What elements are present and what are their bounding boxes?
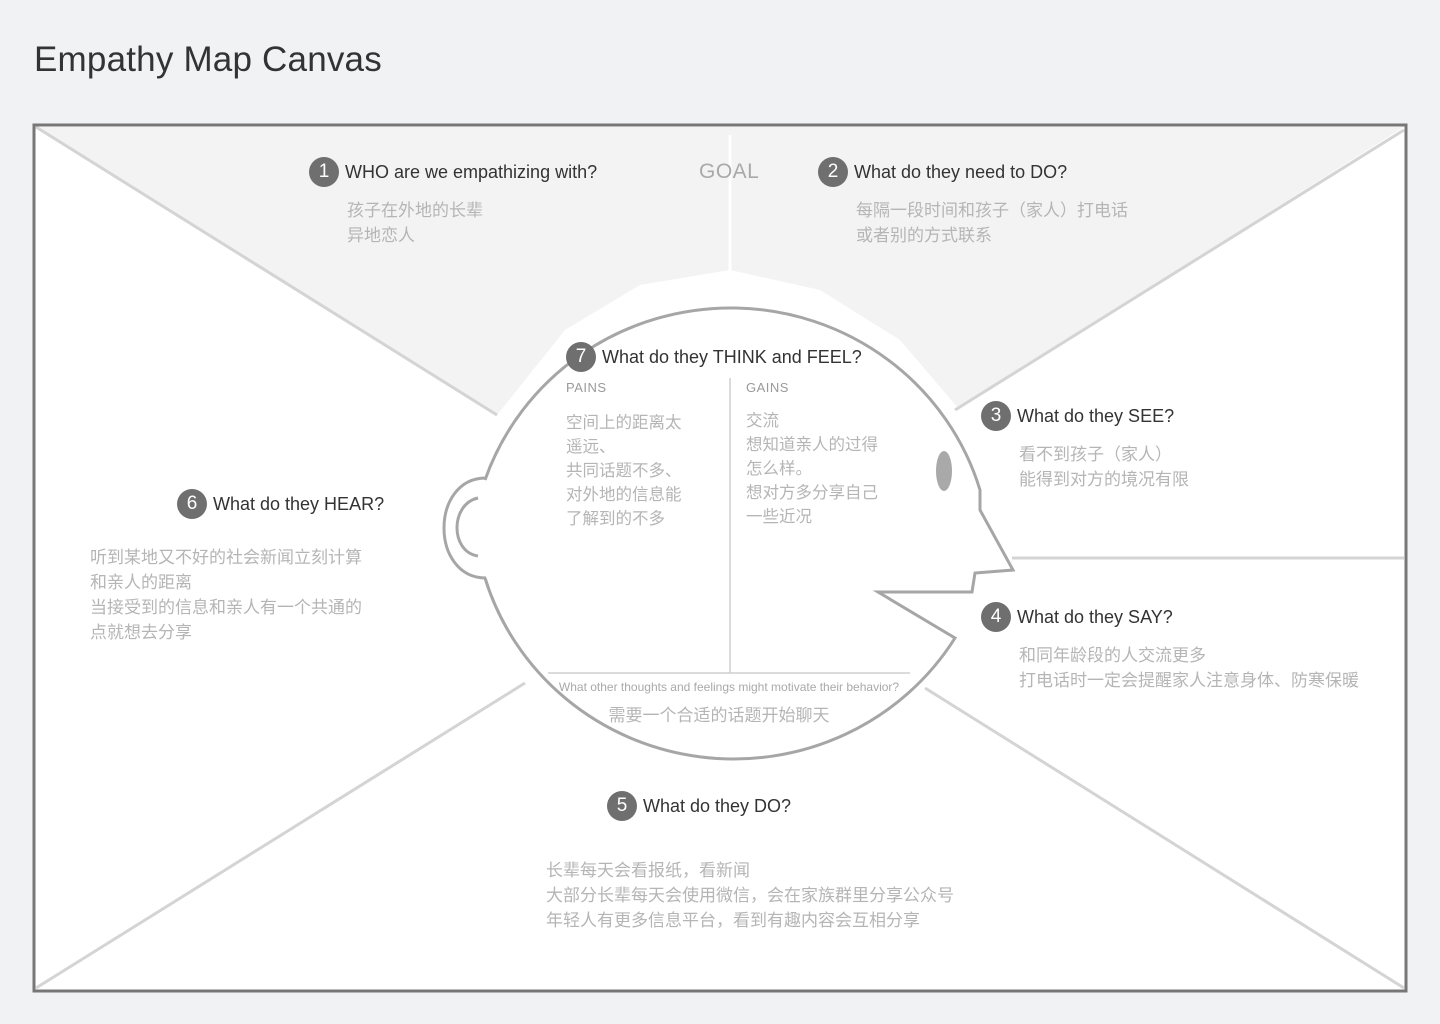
gains-answer[interactable]: 交流 <box>746 409 878 433</box>
pains-answer[interactable]: 空间上的距离太 <box>566 411 682 435</box>
do-answer[interactable]: 年轻人有更多信息平台，看到有趣内容会互相分享 <box>546 909 954 934</box>
do-number-badge: 5 <box>607 791 637 821</box>
say-answer[interactable]: 打电话时一定会提醒家人注意身体、防寒保暖 <box>1019 669 1359 694</box>
hear-answers: 听到某地又不好的社会新闻立刻计算 和亲人的距离 当接受到的信息和亲人有一个共通的… <box>90 546 362 646</box>
need-do-section: 2 What do they need to DO? 每隔一段时间和孩子（家人）… <box>818 157 1128 249</box>
motivation-answer[interactable]: 需要一个合适的话题开始聊天 <box>548 704 890 729</box>
gains-answer[interactable]: 想知道亲人的过得 <box>746 433 878 457</box>
hear-section: 6 What do they HEAR? <box>177 489 384 519</box>
need-do-question: What do they need to DO? <box>854 161 1068 182</box>
pains-answer[interactable]: 了解到的不多 <box>566 507 682 531</box>
think-feel-question: What do they THINK and FEEL? <box>602 346 862 367</box>
hear-number-badge: 6 <box>177 489 207 519</box>
think-feel-number-badge: 7 <box>566 342 596 372</box>
who-section: 1 WHO are we empathizing with? 孩子在外地的长辈 … <box>309 157 597 249</box>
see-question: What do they SEE? <box>1017 405 1175 426</box>
gains-label: GAINS <box>746 380 789 395</box>
do-question: What do they DO? <box>643 795 792 816</box>
need-do-answer[interactable]: 每隔一段时间和孩子（家人）打电话 <box>856 199 1128 224</box>
say-number-badge: 4 <box>981 602 1011 632</box>
do-answer[interactable]: 大部分长辈每天会使用微信，会在家族群里分享公众号 <box>546 884 954 909</box>
gains-answer[interactable]: 怎么样。 <box>746 457 878 481</box>
gains-answers: 交流 想知道亲人的过得 怎么样。 想对方多分享自己 一些近况 <box>746 409 878 529</box>
say-section: 4 What do they SAY? 和同年龄段的人交流更多 打电话时一定会提… <box>981 602 1359 694</box>
hear-answer[interactable]: 点就想去分享 <box>90 621 362 646</box>
hear-answer[interactable]: 和亲人的距离 <box>90 571 362 596</box>
see-section: 3 What do they SEE? 看不到孩子（家人） 能得到对方的境况有限 <box>981 401 1189 493</box>
see-answer[interactable]: 能得到对方的境况有限 <box>1019 468 1189 493</box>
who-answers: 孩子在外地的长辈 异地恋人 <box>309 199 597 249</box>
goal-label: GOAL <box>699 160 760 183</box>
see-answer[interactable]: 看不到孩子（家人） <box>1019 443 1189 468</box>
see-answers: 看不到孩子（家人） 能得到对方的境况有限 <box>981 443 1189 493</box>
say-answer[interactable]: 和同年龄段的人交流更多 <box>1019 644 1359 669</box>
pains-answer[interactable]: 共同话题不多、 <box>566 459 682 483</box>
motivation-answer-wrap: 需要一个合适的话题开始聊天 <box>548 704 890 729</box>
who-answer[interactable]: 孩子在外地的长辈 <box>347 199 597 224</box>
do-answers: 长辈每天会看报纸，看新闻 大部分长辈每天会使用微信，会在家族群里分享公众号 年轻… <box>546 859 954 934</box>
say-question: What do they SAY? <box>1017 606 1173 627</box>
pains-label: PAINS <box>566 380 607 395</box>
pains-answers: 空间上的距离太 遥远、 共同话题不多、 对外地的信息能 了解到的不多 <box>566 411 682 531</box>
do-answer[interactable]: 长辈每天会看报纸，看新闻 <box>546 859 954 884</box>
who-answer[interactable]: 异地恋人 <box>347 224 597 249</box>
pains-answer[interactable]: 遥远、 <box>566 435 682 459</box>
eye <box>936 451 952 491</box>
who-number-badge: 1 <box>309 157 339 187</box>
think-feel-section: 7 What do they THINK and FEEL? <box>566 342 862 372</box>
need-do-answers: 每隔一段时间和孩子（家人）打电话 或者别的方式联系 <box>818 199 1128 249</box>
hear-answer[interactable]: 当接受到的信息和亲人有一个共通的 <box>90 596 362 621</box>
gains-answer[interactable]: 一些近况 <box>746 505 878 529</box>
who-question: WHO are we empathizing with? <box>345 161 598 182</box>
do-section: 5 What do they DO? <box>607 791 791 821</box>
motivation-question: What other thoughts and feelings might m… <box>558 680 900 694</box>
need-do-answer[interactable]: 或者别的方式联系 <box>856 224 1128 249</box>
say-answers: 和同年龄段的人交流更多 打电话时一定会提醒家人注意身体、防寒保暖 <box>981 644 1359 694</box>
see-number-badge: 3 <box>981 401 1011 431</box>
hear-answer[interactable]: 听到某地又不好的社会新闻立刻计算 <box>90 546 362 571</box>
pains-answer[interactable]: 对外地的信息能 <box>566 483 682 507</box>
need-do-number-badge: 2 <box>818 157 848 187</box>
hear-question: What do they HEAR? <box>213 493 385 514</box>
gains-answer[interactable]: 想对方多分享自己 <box>746 481 878 505</box>
